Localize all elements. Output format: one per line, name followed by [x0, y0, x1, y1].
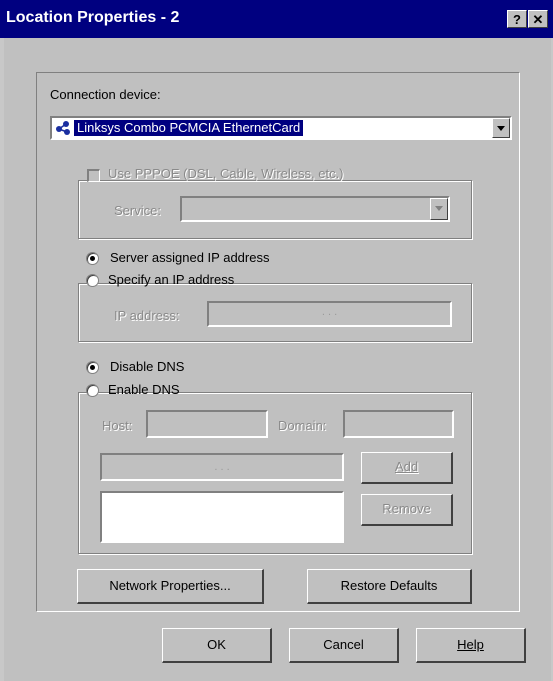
ok-label: OK [207, 637, 226, 652]
domain-label: Domain: [278, 418, 327, 433]
restore-defaults-button[interactable]: Restore Defaults [307, 569, 472, 604]
ip-address-label: IP address: [114, 308, 180, 323]
disable-dns-radio[interactable] [86, 361, 99, 374]
use-pppoe-label: Use PPPOE (DSL, Cable, Wireless, etc.) [108, 166, 344, 181]
help-label: Help [457, 637, 484, 652]
dns-server-ip-value: . . . [214, 461, 230, 473]
add-button-label: Add [394, 459, 419, 474]
host-label: Host: [102, 418, 133, 433]
dns-server-list[interactable] [100, 491, 344, 543]
server-assigned-ip-option[interactable]: Server assigned IP address [86, 250, 326, 268]
server-assigned-ip-radio[interactable] [86, 252, 99, 265]
disable-dns-label: Disable DNS [110, 359, 185, 374]
domain-field[interactable] [343, 410, 454, 438]
chevron-down-icon[interactable] [430, 198, 448, 220]
title-bar[interactable]: Location Properties - 2 ? ✕ [0, 0, 553, 38]
cancel-button[interactable]: Cancel [289, 628, 399, 663]
ip-address-value: . . . [321, 306, 338, 318]
use-pppoe-checkbox[interactable] [87, 169, 100, 182]
service-label: Service: [114, 203, 161, 218]
connection-device-label: Connection device: [50, 87, 161, 102]
server-assigned-ip-label: Server assigned IP address [110, 250, 270, 265]
help-button[interactable]: Help [416, 628, 526, 663]
dns-server-ip-field[interactable]: . . . [100, 453, 344, 481]
connection-device-value: Linksys Combo PCMCIA EthernetCard [74, 120, 304, 136]
service-select[interactable] [180, 196, 450, 222]
close-icon: ✕ [532, 12, 544, 27]
help-title-button[interactable]: ? [507, 10, 527, 28]
network-properties-button[interactable]: Network Properties... [77, 569, 264, 604]
cancel-label: Cancel [323, 637, 364, 652]
host-field[interactable] [146, 410, 268, 438]
chevron-down-icon[interactable] [492, 118, 510, 138]
ok-button[interactable]: OK [162, 628, 272, 663]
disable-dns-option[interactable]: Disable DNS [86, 359, 246, 377]
specify-ip-label: Specify an IP address [108, 272, 235, 287]
enable-dns-radio[interactable] [86, 384, 99, 397]
close-title-button[interactable]: ✕ [528, 10, 548, 28]
ip-address-field[interactable]: . . . [207, 301, 452, 327]
network-properties-label: Network Properties... [109, 578, 231, 593]
question-mark-icon: ? [513, 12, 521, 27]
enable-dns-label: Enable DNS [108, 382, 180, 397]
restore-defaults-label: Restore Defaults [340, 578, 438, 593]
remove-button-label: Remove [382, 501, 431, 516]
remove-button[interactable]: Remove [361, 494, 453, 526]
network-adapter-icon [56, 121, 70, 135]
window-title: Location Properties - 2 [6, 9, 180, 26]
connection-device-select[interactable]: Linksys Combo PCMCIA EthernetCard [50, 116, 512, 140]
add-button[interactable]: Add [361, 452, 453, 484]
specify-ip-radio[interactable] [86, 274, 99, 287]
